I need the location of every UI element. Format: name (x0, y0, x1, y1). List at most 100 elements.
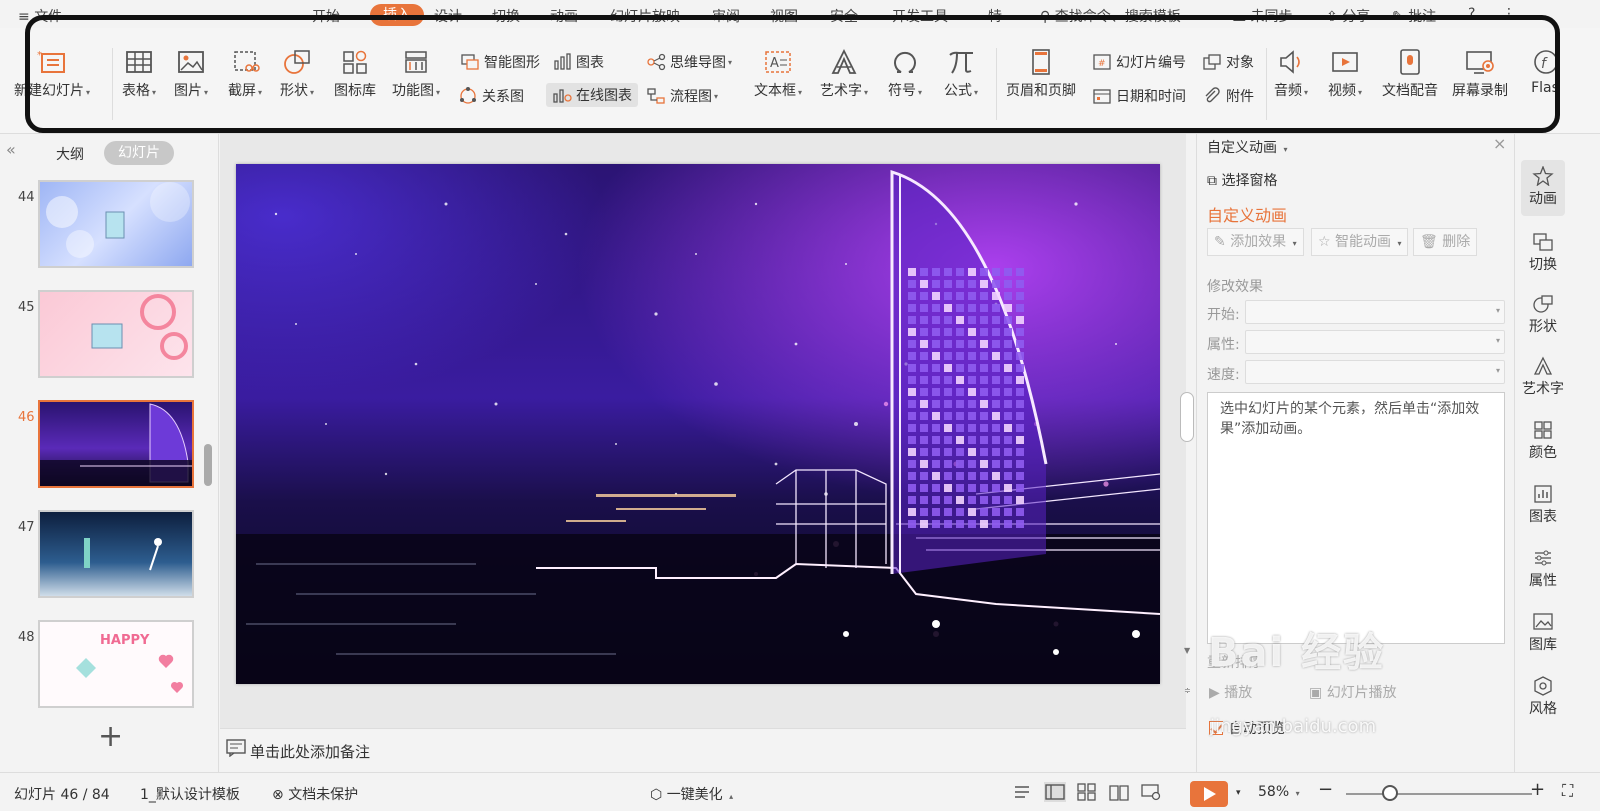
icon-library-button[interactable]: 图标库 (334, 48, 376, 100)
sync-status[interactable]: ☁ 未同步 (1232, 6, 1292, 26)
play-slideshow-button[interactable] (1190, 781, 1228, 807)
tab-transition[interactable]: 切换 (492, 6, 520, 26)
comment-button[interactable]: ✎ 批注 (1392, 6, 1436, 26)
symbol-button[interactable]: 符号 ▾ (888, 48, 922, 100)
zoom-slider-handle[interactable] (1382, 785, 1398, 801)
sidebar-transition[interactable]: 切换 (1521, 232, 1565, 274)
document-protect[interactable]: ⊗ 文档未保护 (272, 784, 358, 804)
sidebar-chart[interactable]: 图表 (1521, 484, 1565, 526)
sidebar-animation[interactable]: 动画 (1521, 160, 1565, 216)
tab-design[interactable]: 设计 (434, 6, 462, 26)
zoom-out-icon[interactable]: − (1318, 779, 1333, 800)
start-select[interactable]: ▾ (1245, 300, 1505, 324)
tab-view[interactable]: 视图 (770, 6, 798, 26)
tab-outline[interactable]: 大纲 (56, 144, 84, 164)
flowchart-button[interactable]: 流程图 ▾ (646, 86, 718, 106)
video-button[interactable]: 视频 ▾ (1328, 48, 1362, 100)
slide-number-button[interactable]: # 幻灯片编号 (1092, 52, 1186, 72)
zoom-in-icon[interactable]: + (1530, 779, 1545, 800)
scrollbar-thumb[interactable] (204, 444, 212, 486)
property-select[interactable]: ▾ (1245, 330, 1505, 354)
audio-button[interactable]: 音频 ▾ (1274, 48, 1308, 100)
presenter-view-icon[interactable] (1140, 782, 1162, 802)
wordart-button[interactable]: 艺术字 ▾ (820, 48, 868, 100)
relation-chart-button[interactable]: 关系图 (458, 86, 524, 106)
slideshow-button[interactable]: ▣ 幻灯片播放 (1309, 682, 1397, 702)
mindmap-button[interactable]: 思维导图 ▾ (646, 52, 732, 72)
header-footer-button[interactable]: 页眉和页脚 (1006, 48, 1076, 100)
template-name[interactable]: 1_默认设计模板 (140, 784, 240, 804)
shape-button[interactable]: 形状 ▾ (280, 48, 314, 100)
sidebar-gallery[interactable]: 图库 (1521, 612, 1565, 654)
tab-review[interactable]: 审阅 (712, 6, 740, 26)
sorter-view-icon[interactable] (1076, 782, 1098, 802)
slide-thumbnail-44[interactable] (38, 180, 194, 268)
scroll-up-icon[interactable]: ≑ (1184, 686, 1191, 695)
normal-view-icon[interactable] (1044, 782, 1066, 802)
speed-select[interactable]: ▾ (1245, 360, 1505, 384)
building-window (1004, 340, 1012, 348)
tab-slides[interactable]: 幻灯片 (104, 141, 174, 165)
tab-animation[interactable]: 动画 (550, 6, 578, 26)
chart-button[interactable]: 图表 (552, 52, 604, 72)
zoom-level[interactable]: 58% ▾ (1258, 784, 1300, 800)
file-menu[interactable]: ≡ 文件 (18, 6, 62, 26)
new-slide-button[interactable]: * 新建幻灯片 ▾ (14, 48, 90, 100)
screen-record-button[interactable]: 屏幕录制 (1452, 48, 1508, 100)
tab-home[interactable]: 开始 (312, 6, 340, 26)
scroll-down-icon[interactable]: ▼ (1184, 646, 1190, 655)
animation-list[interactable]: 选中幻灯片的某个元素，然后单击“添加效果”添加动画。 (1207, 392, 1505, 644)
play-dropdown-icon[interactable]: ▾ (1236, 788, 1241, 798)
beautify-button[interactable]: ⬡ 一键美化 ▴ (650, 784, 733, 804)
slide-thumbnail-48[interactable]: HAPPY (38, 620, 194, 708)
slide-thumbnail-46[interactable] (38, 400, 194, 488)
tab-slideshow[interactable]: 幻灯片放映 (610, 6, 680, 26)
zoom-slider-track[interactable] (1346, 793, 1532, 795)
smart-animation-button[interactable]: ☆ 智能动画 ▾ (1311, 228, 1409, 256)
tab-developer[interactable]: 开发工具 (892, 6, 948, 26)
play-button[interactable]: ▶ 播放 (1209, 682, 1252, 702)
picture-button[interactable]: 图片 ▾ (174, 48, 208, 100)
table-button[interactable]: 表格 ▾ (122, 48, 156, 100)
more-icon[interactable]: ⋮ (1502, 6, 1516, 22)
flash-button[interactable]: f Flas (1530, 48, 1560, 96)
sidebar-property[interactable]: 属性 (1521, 548, 1565, 590)
sidebar-style[interactable]: 风格 (1521, 676, 1565, 718)
search-box[interactable]: ⚲ 查找命令、搜索模板 (1040, 6, 1181, 26)
notes-view-icon[interactable] (1012, 782, 1034, 802)
slide-thumbnail-47[interactable] (38, 510, 194, 598)
slide-thumbnail-45[interactable] (38, 290, 194, 378)
thumb-48-art: HAPPY (76, 633, 184, 693)
sidebar-shape[interactable]: 形状 (1521, 294, 1565, 336)
smart-graphic-button[interactable]: 智能图形 (460, 52, 540, 72)
doc-voice-button[interactable]: 文档配音 (1382, 48, 1438, 100)
datetime-button[interactable]: 日期和时间 (1092, 86, 1186, 106)
sidebar-color[interactable]: 颜色 (1521, 420, 1565, 462)
building-window (1016, 508, 1024, 516)
slide-46[interactable] (236, 164, 1160, 684)
online-chart-button[interactable]: 在线图表 (546, 83, 638, 107)
fit-window-icon[interactable]: ⛶ (1562, 781, 1573, 801)
function-chart-button[interactable]: 功能图 ▾ (392, 48, 440, 100)
pane-title[interactable]: 自定义动画 ▾ (1207, 137, 1287, 157)
add-slide-button[interactable]: + (98, 722, 123, 752)
textbox-button[interactable]: A 文本框 ▾ (754, 48, 802, 100)
canvas-scrollbar[interactable] (1180, 392, 1194, 442)
object-button[interactable]: 对象 (1202, 52, 1254, 72)
tab-special[interactable]: 特 (988, 6, 1002, 26)
screenshot-button[interactable]: 截屏 ▾ (228, 48, 262, 100)
help-icon[interactable]: ? (1468, 6, 1475, 22)
tab-insert[interactable]: 插入 (370, 4, 424, 26)
notes-bar[interactable]: 单击此处添加备注 (220, 728, 1186, 772)
sidebar-wordart[interactable]: 艺术字 (1521, 356, 1565, 398)
formula-button[interactable]: 公式 ▾ (944, 48, 978, 100)
selection-pane-link[interactable]: ⧉ 选择窗格 (1207, 170, 1277, 190)
share-button[interactable]: ⇪ 分享 (1326, 6, 1370, 26)
close-icon[interactable]: × (1493, 134, 1506, 153)
reading-view-icon[interactable] (1108, 782, 1130, 802)
tab-security[interactable]: 安全 (830, 6, 858, 26)
add-effect-button[interactable]: ✎ 添加效果 ▾ (1207, 228, 1304, 256)
attachment-button[interactable]: 附件 (1202, 86, 1254, 106)
delete-button[interactable]: 🗑 删除 (1413, 228, 1478, 256)
collapse-icon[interactable]: « (6, 140, 16, 159)
